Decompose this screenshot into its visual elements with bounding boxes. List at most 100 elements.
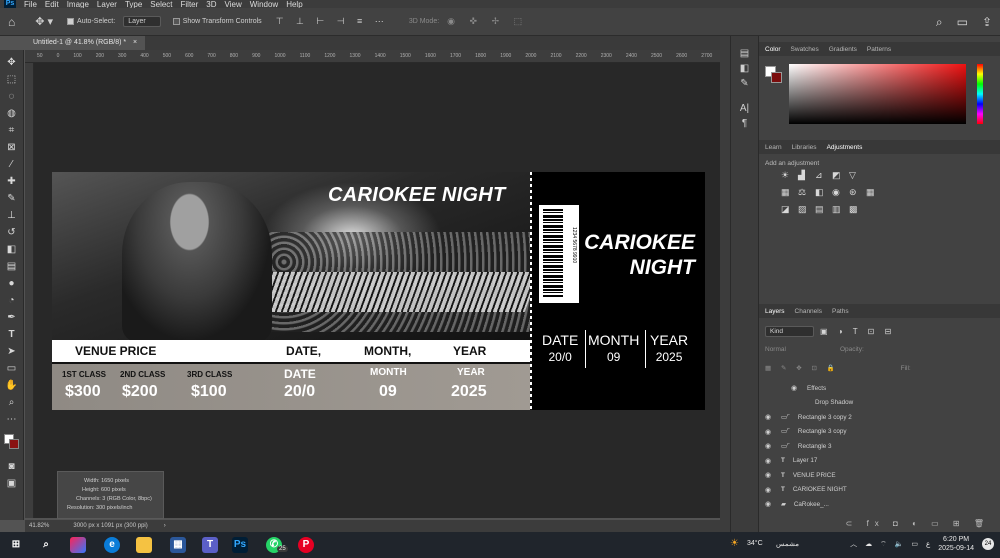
quick-mask-icon[interactable]: ◙ [5, 460, 19, 473]
layer-row[interactable]: ◉ T Layer 17 [759, 454, 1000, 469]
layer-row[interactable]: ◉ T CARIOKEE NIGHT [759, 483, 1000, 498]
blur-tool-icon[interactable]: ● [5, 277, 19, 290]
quick-select-tool-icon[interactable]: ◍ [5, 107, 19, 120]
menu-window[interactable]: Window [250, 0, 278, 8]
tab-document[interactable]: Untitled-1 @ 41.8% (RGB/8) * × [25, 36, 146, 50]
curves-icon[interactable]: ⊿ [815, 170, 827, 181]
more-tools-icon[interactable]: ⋯ [5, 413, 19, 426]
search-icon[interactable]: ⌕ [936, 15, 943, 30]
layer-row[interactable]: Drop Shadow [759, 396, 1000, 411]
character-icon[interactable]: A| [740, 103, 749, 114]
tab-libraries[interactable]: Libraries [792, 144, 817, 151]
hue-slider[interactable] [977, 64, 983, 124]
layer-filter-kind[interactable]: Kind [765, 326, 815, 337]
eye-icon[interactable]: ◉ [765, 457, 773, 465]
zoom-tool-icon[interactable]: ⌕ [5, 396, 19, 409]
menu-help[interactable]: Help [286, 0, 302, 8]
gradient-map-icon[interactable]: ▥ [832, 204, 844, 215]
pinterest-icon[interactable]: P [298, 537, 314, 553]
home-icon[interactable]: ⌂ [8, 15, 15, 29]
vibrance-icon[interactable]: ▽ [849, 170, 861, 181]
tab-channels[interactable]: Channels [795, 308, 822, 315]
marquee-tool-icon[interactable]: ⬚ [5, 73, 19, 86]
store-icon[interactable]: ▦ [170, 537, 186, 553]
auto-select-checkbox[interactable] [67, 18, 75, 25]
frame-tool-icon[interactable]: ⊠ [5, 141, 19, 154]
tray-chevron-icon[interactable]: ︿ [850, 539, 857, 549]
eye-icon[interactable]: ◉ [765, 471, 773, 479]
fill-label[interactable]: Fill: [901, 365, 911, 372]
eraser-tool-icon[interactable]: ◧ [5, 243, 19, 256]
weather-temp[interactable]: 34°C [747, 540, 763, 547]
auto-select-dropdown[interactable]: Layer [123, 16, 161, 27]
layer-row[interactable]: ◉ ▰ CaRokee_... [759, 497, 1000, 512]
eyedropper-tool-icon[interactable]: ⁄ [5, 158, 19, 171]
brushes-icon[interactable]: ✎ [740, 78, 748, 89]
search-icon[interactable]: ⌕ [38, 537, 54, 553]
move-tool-icon[interactable]: ✥ ▾ [35, 15, 53, 28]
history-brush-icon[interactable]: ↺ [5, 226, 19, 239]
invert-icon[interactable]: ◪ [781, 204, 793, 215]
path-select-tool-icon[interactable]: ➤ [5, 345, 19, 358]
color-picker-field[interactable] [789, 64, 966, 124]
menu-3d[interactable]: 3D [206, 0, 216, 8]
menu-view[interactable]: View [225, 0, 242, 8]
tab-swatches[interactable]: Swatches [791, 46, 819, 53]
color-swatch[interactable] [765, 66, 783, 84]
network-icon[interactable]: ⌔ [880, 540, 887, 549]
pen-tool-icon[interactable]: ✒ [5, 311, 19, 324]
menu-type[interactable]: Type [125, 0, 142, 8]
dodge-tool-icon[interactable]: ◔ [5, 294, 19, 307]
color-swatches[interactable] [3, 434, 20, 450]
tab-adjustments[interactable]: Adjustments [827, 144, 863, 151]
layer-row[interactable]: ◉ ▭⌜ Rectangle 3 copy 2 [759, 410, 1000, 425]
eye-icon[interactable]: ◉ [791, 384, 799, 392]
eye-icon[interactable]: ◉ [765, 413, 773, 421]
clock[interactable]: 6:20 PM 2025-09-14 [938, 535, 974, 553]
exposure-icon[interactable]: ◩ [832, 170, 844, 181]
gradient-tool-icon[interactable]: ▤ [5, 260, 19, 273]
windows-start-icon[interactable]: ⊞ [8, 537, 24, 553]
tab-learn[interactable]: Learn [765, 144, 782, 151]
posterize-icon[interactable]: ▨ [798, 204, 810, 215]
share-icon[interactable]: ⇪ [982, 15, 992, 30]
notification-badge[interactable]: 24 [982, 538, 994, 550]
blend-mode-select[interactable]: Normal [765, 346, 786, 353]
eye-icon[interactable]: ◉ [765, 500, 773, 508]
lookup-icon[interactable]: ▦ [866, 187, 878, 198]
opacity-label[interactable]: Opacity: [840, 346, 864, 353]
color-balance-icon[interactable]: ⚖ [798, 187, 810, 198]
teams-icon[interactable]: T [202, 537, 218, 553]
file-explorer-icon[interactable] [136, 537, 152, 553]
eye-icon[interactable]: ◉ [765, 486, 773, 494]
history-icon[interactable]: ▤ [740, 48, 749, 59]
photoshop-taskbar-icon[interactable]: Ps [232, 537, 248, 553]
background-color-icon[interactable] [8, 439, 19, 449]
background-swatch[interactable] [771, 72, 782, 83]
menu-file[interactable]: File [24, 0, 37, 8]
stamp-tool-icon[interactable]: ⊥ [5, 209, 19, 222]
menu-image[interactable]: Image [67, 0, 89, 8]
bw-icon[interactable]: ◧ [815, 187, 827, 198]
type-tool-icon[interactable]: T [5, 328, 19, 341]
rectangle-tool-icon[interactable]: ▭ [5, 362, 19, 375]
lock-icons[interactable]: ▦ ✎ ✥ ⊡ 🔒 [765, 365, 839, 372]
menu-edit[interactable]: Edit [45, 0, 59, 8]
show-transform-checkbox[interactable] [172, 18, 180, 25]
lasso-tool-icon[interactable]: ◌ [5, 90, 19, 103]
channel-mixer-icon[interactable]: ⊛ [849, 187, 861, 198]
crop-tool-icon[interactable]: ⌗ [5, 124, 19, 137]
tab-paths[interactable]: Paths [832, 308, 849, 315]
threshold-icon[interactable]: ▤ [815, 204, 827, 215]
brightness-icon[interactable]: ☀ [781, 170, 793, 181]
menu-select[interactable]: Select [150, 0, 172, 8]
close-icon[interactable]: × [133, 39, 137, 46]
eye-icon[interactable]: ◉ [765, 442, 773, 450]
zoom-level[interactable]: 41.82% [29, 523, 49, 529]
battery-icon[interactable]: ▭ [911, 540, 918, 548]
menu-layer[interactable]: Layer [97, 0, 117, 8]
menu-filter[interactable]: Filter [181, 0, 199, 8]
healing-tool-icon[interactable]: ✚ [5, 175, 19, 188]
hand-tool-icon[interactable]: ✋ [5, 379, 19, 392]
screen-mode-icon[interactable]: ▣ [5, 477, 19, 490]
